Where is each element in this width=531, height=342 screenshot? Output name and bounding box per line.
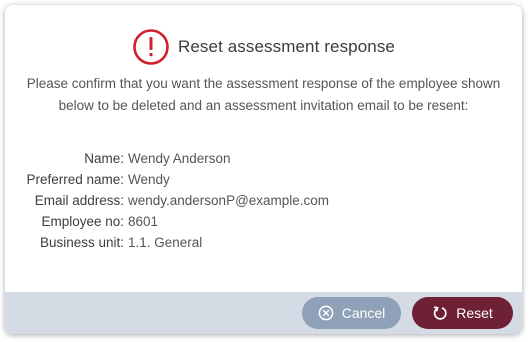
reset-button[interactable]: Reset xyxy=(412,297,513,329)
cancel-button[interactable]: Cancel xyxy=(302,297,401,329)
preferred-name-label: Preferred name: xyxy=(26,172,124,187)
business-unit-label: Business unit: xyxy=(39,235,124,250)
detail-row-employee-no: Employee no: 8601 xyxy=(5,211,522,232)
name-label: Name: xyxy=(84,151,124,166)
dialog-footer: Cancel Reset xyxy=(5,292,522,334)
employee-no-label: Employee no: xyxy=(41,214,124,229)
detail-row-business-unit: Business unit: 1.1. General xyxy=(5,232,522,253)
email-label: Email address: xyxy=(34,193,124,208)
preferred-name-value: Wendy xyxy=(128,172,170,187)
cancel-circle-icon xyxy=(318,305,334,321)
business-unit-value: 1.1. General xyxy=(128,235,203,250)
name-value: Wendy Anderson xyxy=(128,151,231,166)
reset-arrow-icon xyxy=(432,305,448,321)
dialog-header: Reset assessment response xyxy=(5,27,522,67)
detail-row-name: Name: Wendy Anderson xyxy=(5,148,522,169)
reset-button-label: Reset xyxy=(456,305,493,321)
detail-row-email: Email address: wendy.andersonP@example.c… xyxy=(5,190,522,211)
exclamation-circle-icon xyxy=(132,28,170,66)
dialog-title: Reset assessment response xyxy=(178,37,395,56)
email-value: wendy.andersonP@example.com xyxy=(128,193,330,208)
reset-assessment-dialog: Reset assessment response Please confirm… xyxy=(5,5,522,334)
detail-row-preferred-name: Preferred name: Wendy xyxy=(5,169,522,190)
confirmation-message: Please confirm that you want the assessm… xyxy=(26,76,501,113)
cancel-button-label: Cancel xyxy=(341,305,386,321)
employee-no-value: 8601 xyxy=(128,214,159,229)
employee-details: Name: Wendy Anderson Preferred name: Wen… xyxy=(5,148,522,253)
